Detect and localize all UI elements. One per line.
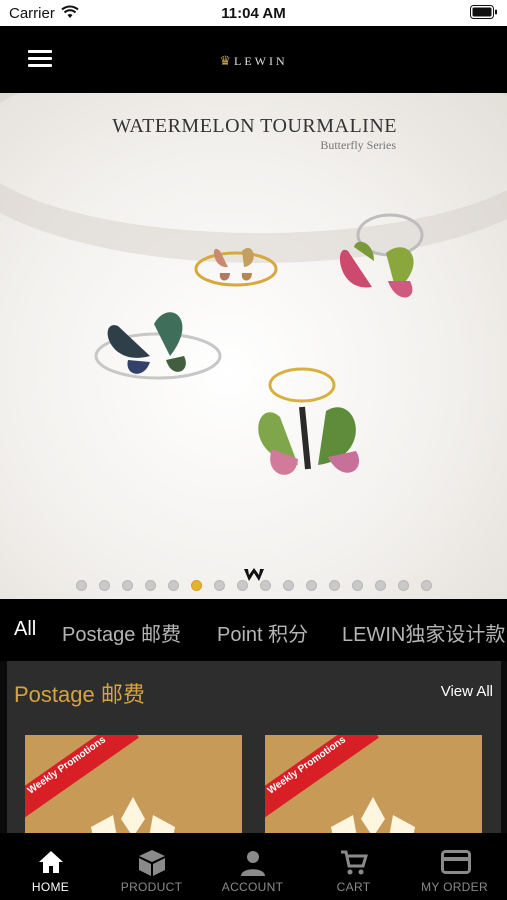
banner-title: WATERMELON TOURMALINE <box>112 115 397 137</box>
tab-all[interactable]: All <box>14 618 36 641</box>
card-icon <box>441 850 471 874</box>
carousel-dot[interactable] <box>328 580 340 592</box>
tab-account[interactable]: ACCOUNT <box>202 833 303 900</box>
cart-icon <box>341 850 368 875</box>
tab-lewin-exclusive[interactable]: LEWIN独家设计款 <box>342 618 505 647</box>
brand-name: LEWIN <box>234 54 288 68</box>
carousel-dot-active[interactable] <box>190 580 202 592</box>
hero-banner[interactable]: WATERMELON TOURMALINE Butterfly Series <box>0 93 507 599</box>
banner-subtitle: Butterfly Series <box>320 138 396 152</box>
tab-home[interactable]: HOME <box>0 833 101 900</box>
category-tabs: All Postage 邮费 Point 积分 LEWIN独家设计款 <box>0 599 507 661</box>
tab-home-label: HOME <box>31 880 70 894</box>
carousel-dot[interactable] <box>121 580 133 592</box>
tab-cart-label: CART <box>336 880 371 894</box>
status-bar: Carrier 11:04 AM <box>0 0 507 26</box>
tab-product-label: PRODUCT <box>120 880 183 894</box>
carousel-dot[interactable] <box>282 580 294 592</box>
ring-image-gold-watermelon <box>258 367 360 475</box>
carousel-dot[interactable] <box>305 580 317 592</box>
clock: 11:04 AM <box>221 5 286 22</box>
box-icon <box>139 850 165 876</box>
battery-icon <box>470 5 498 23</box>
ring-image-small-gold <box>194 247 278 287</box>
carousel-dot[interactable] <box>75 580 87 592</box>
lewin-crown-icon <box>91 797 175 833</box>
carousel-dot[interactable] <box>351 580 363 592</box>
carousel-dot[interactable] <box>420 580 432 592</box>
carousel-dot[interactable] <box>98 580 110 592</box>
top-nav-bar: ♛ LEWIN <box>0 26 507 93</box>
ring-image-silver-green <box>94 312 222 380</box>
carousel-dot[interactable] <box>213 580 225 592</box>
person-icon <box>241 851 265 876</box>
carousel-dot[interactable] <box>144 580 156 592</box>
lewin-watermark-icon <box>244 568 264 581</box>
lewin-crown-icon <box>331 797 415 833</box>
tab-my-order-label: MY ORDER <box>421 880 488 894</box>
carousel-dot[interactable] <box>374 580 386 592</box>
ring-image-silver-pink <box>339 213 424 298</box>
tab-my-order[interactable]: MY ORDER <box>404 833 505 900</box>
tab-product[interactable]: PRODUCT <box>101 833 202 900</box>
tab-account-label: ACCOUNT <box>221 880 284 894</box>
tab-cart[interactable]: CART <box>303 833 404 900</box>
view-all-link[interactable]: View All <box>441 683 493 700</box>
carousel-dot[interactable] <box>167 580 179 592</box>
home-icon <box>39 851 63 873</box>
section-title: Postage 邮费 <box>14 682 145 707</box>
product-card[interactable]: Weekly Promotions <box>25 735 242 833</box>
brand-logo: ♛ LEWIN <box>0 53 507 69</box>
lewin-logo-icon: ♛ <box>219 53 231 68</box>
tab-point[interactable]: Point 积分 <box>217 618 308 647</box>
carousel-dot[interactable] <box>397 580 409 592</box>
postage-section: Postage 邮费 View All Weekly Promotions We… <box>7 661 501 833</box>
product-card[interactable]: Weekly Promotions <box>265 735 482 833</box>
tab-postage[interactable]: Postage 邮费 <box>62 618 181 647</box>
bottom-tab-bar: HOME PRODUCT ACCOUNT CART MY ORDER <box>0 833 507 900</box>
